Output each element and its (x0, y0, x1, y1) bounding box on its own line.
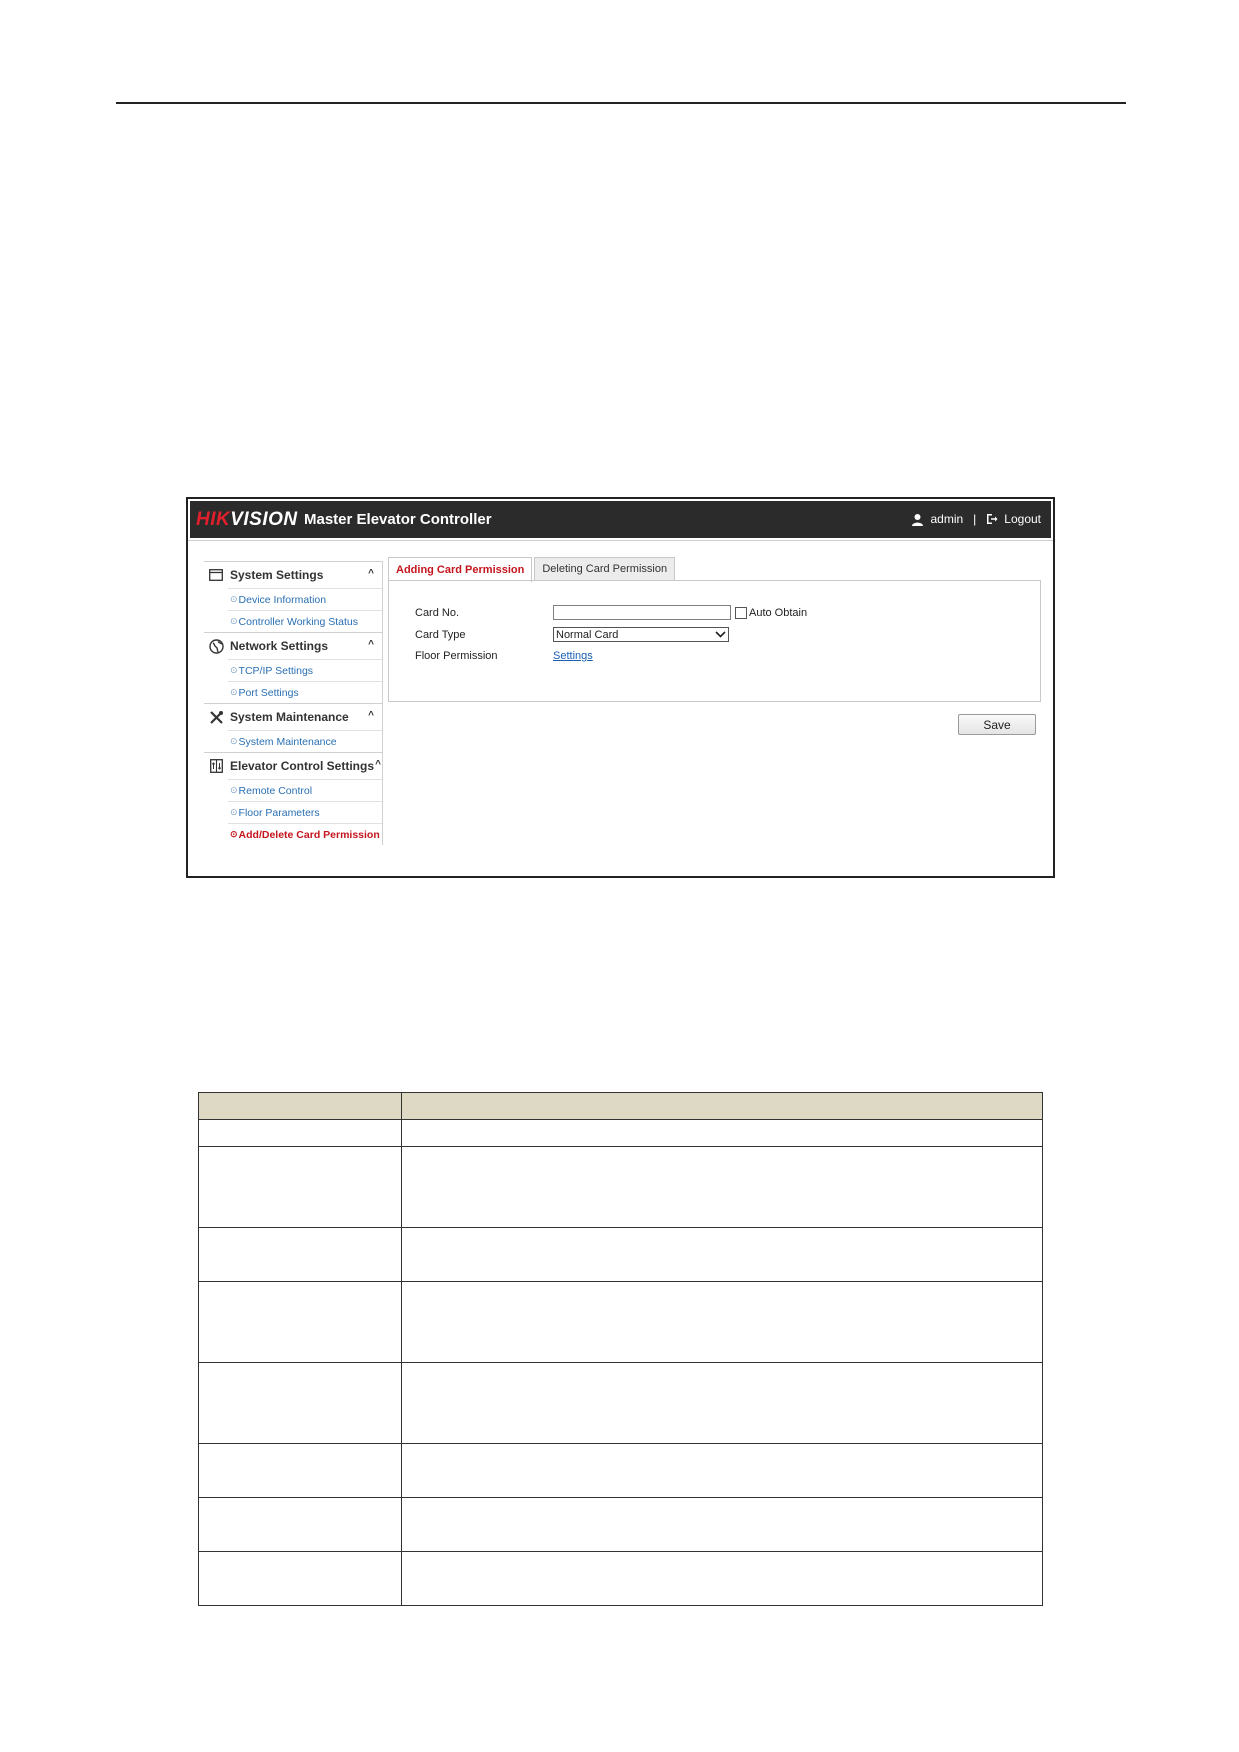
table-cell (198, 1146, 402, 1228)
sidebar: System Settings ^ ⊙ Device Information ⊙ C… (204, 561, 383, 845)
floor-permission-row: Floor Permission Settings (415, 650, 593, 662)
card-type-select[interactable]: Normal Card (553, 627, 729, 642)
tools-icon (208, 709, 224, 725)
bullet-icon: ⊙ (230, 807, 238, 817)
logout-icon[interactable] (986, 513, 998, 525)
sidebar-item-floor-parameters[interactable]: ⊙ Floor Parameters (228, 801, 382, 823)
page-header-rule (116, 102, 1126, 104)
save-button[interactable]: Save (958, 714, 1036, 735)
table-cell (401, 1227, 1043, 1282)
bullet-icon: ⊙ (230, 687, 238, 697)
elevator-icon (208, 758, 224, 774)
username: admin (930, 512, 964, 526)
tab-deleting-card-permission[interactable]: Deleting Card Permission (534, 557, 676, 580)
user-separator: | (973, 512, 977, 526)
table-cell (198, 1362, 402, 1444)
card-type-row: Card Type Normal Card (415, 627, 729, 642)
table-cell (198, 1551, 402, 1606)
card-no-label: Card No. (415, 606, 460, 619)
globe-icon (208, 638, 224, 654)
table-cell (401, 1362, 1043, 1444)
table-header-cell (401, 1092, 1043, 1120)
floor-permission-label: Floor Permission (415, 650, 498, 662)
chevron-up-icon[interactable]: ^ (368, 639, 374, 650)
tab-adding-card-permission[interactable]: Adding Card Permission (388, 557, 533, 582)
app-title: Master Elevator Controller (304, 511, 492, 528)
parameter-table (198, 1092, 1043, 1606)
chevron-up-icon[interactable]: ^ (368, 710, 374, 721)
sidebar-section-system-maintenance[interactable]: System Maintenance ^ (204, 703, 382, 730)
bullet-icon: ⊙ (230, 594, 238, 604)
table-row (198, 1119, 1043, 1147)
sidebar-item-controller-working-status[interactable]: ⊙ Controller Working Status (228, 610, 382, 632)
table-cell (401, 1551, 1043, 1606)
chevron-up-icon[interactable]: ^ (375, 759, 381, 770)
table-row (198, 1551, 1043, 1606)
table-cell (198, 1119, 402, 1147)
table-row (198, 1281, 1043, 1363)
table-cell (401, 1119, 1043, 1147)
user-area: admin | Logout (911, 512, 1041, 526)
bullet-icon: ⊙ (230, 785, 238, 795)
table-row (198, 1443, 1043, 1498)
table-cell (401, 1443, 1043, 1498)
hikvision-logo: HIKVISION (196, 509, 298, 530)
tab-bar: Adding Card Permission Deleting Card Per… (388, 557, 677, 582)
sidebar-section-system-settings[interactable]: System Settings ^ (204, 561, 382, 588)
sidebar-item-device-information[interactable]: ⊙ Device Information (228, 588, 382, 610)
auto-obtain-checkbox[interactable] (735, 606, 747, 619)
table-cell (198, 1281, 402, 1363)
bullet-icon: ⊙ (230, 736, 238, 746)
table-cell (198, 1497, 402, 1552)
card-permission-form: Card No. Auto Obtain Card Type Normal Ca… (388, 580, 1041, 702)
top-bar: HIKVISION Master Elevator Controller adm… (190, 501, 1051, 538)
bullet-icon: ⊙ (230, 665, 238, 675)
card-no-row: Card No. Auto Obtain (415, 605, 807, 620)
table-cell (198, 1227, 402, 1282)
table-header-row (198, 1092, 1043, 1120)
table-header-cell (198, 1092, 402, 1120)
sidebar-item-system-maintenance[interactable]: ⊙ System Maintenance (228, 730, 382, 752)
sidebar-section-elevator-control-settings[interactable]: Elevator Control Settings ^ (204, 752, 382, 779)
table-cell (401, 1146, 1043, 1228)
table-row (198, 1227, 1043, 1282)
floor-permission-settings-link[interactable]: Settings (553, 650, 593, 662)
sidebar-item-tcpip-settings[interactable]: ⊙ TCP/IP Settings (228, 659, 382, 681)
logout-link[interactable]: Logout (1004, 512, 1041, 526)
table-cell (401, 1497, 1043, 1552)
bullet-icon: ⊙ (230, 829, 238, 839)
sidebar-item-add-delete-card-permission[interactable]: ⊙ Add/Delete Card Permission (228, 823, 382, 845)
table-row (198, 1146, 1043, 1228)
auto-obtain-label: Auto Obtain (749, 606, 808, 619)
user-icon (911, 513, 924, 526)
bullet-icon: ⊙ (230, 616, 238, 626)
chevron-down-icon (715, 629, 726, 641)
table-row (198, 1497, 1043, 1552)
sidebar-item-remote-control[interactable]: ⊙ Remote Control (228, 779, 382, 801)
table-row (198, 1362, 1043, 1444)
table-cell (401, 1281, 1043, 1363)
sidebar-section-network-settings[interactable]: Network Settings ^ (204, 632, 382, 659)
content-divider (188, 540, 1053, 541)
window-icon (208, 567, 224, 583)
card-no-input[interactable] (553, 605, 731, 620)
app-screenshot: HIKVISION Master Elevator Controller adm… (186, 497, 1055, 878)
card-type-label: Card Type (415, 628, 466, 641)
sidebar-item-port-settings[interactable]: ⊙ Port Settings (228, 681, 382, 703)
table-cell (198, 1443, 402, 1498)
chevron-up-icon[interactable]: ^ (368, 568, 374, 579)
